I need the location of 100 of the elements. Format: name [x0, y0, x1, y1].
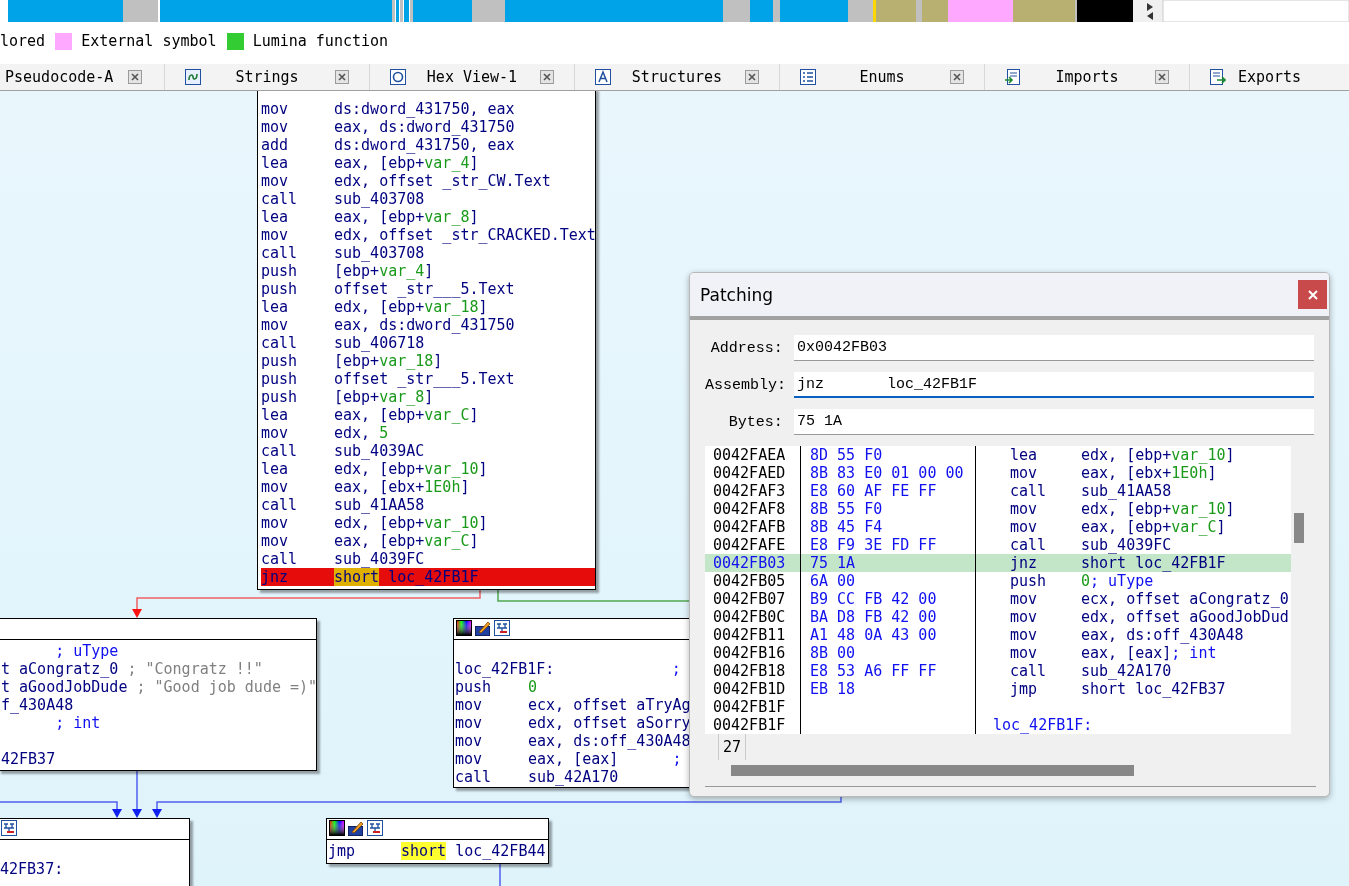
listing-instruction: jmp short loc_42FB37 [1009, 680, 1226, 698]
code-line: lea edx, [ebp+var_18] [261, 298, 489, 316]
code-line: call sub_42A170 [455, 768, 620, 786]
listing-instruction: mov eax, [eax]; int [1009, 644, 1217, 662]
listing-bytes: A1 48 0A 43 00 [801, 626, 976, 644]
circle-icon [390, 69, 406, 85]
listing-bytes: 6A 00 [801, 572, 976, 590]
listing-row[interactable]: 0042FB11 A1 48 0A 43 00 mov eax, ds:off_430A48 [705, 626, 1291, 644]
code-line: jmp short loc_42FB44 [328, 842, 547, 860]
list-icon [800, 69, 816, 85]
status-cell: 27 [718, 734, 746, 760]
tab[interactable]: Pseudocode-A [0, 64, 165, 90]
tab[interactable]: Structures [575, 64, 780, 90]
listing-address: 0042FB0C [705, 608, 801, 626]
code-line: loc_42FB1F: ; [455, 660, 682, 678]
code-line: call sub_403708 [261, 244, 426, 262]
listing-row[interactable]: 0042FB07 B9 CC FB 42 00 mov ecx, offset aCongratz_0 [705, 590, 1291, 608]
listing-bytes: BA D8 FB 42 00 [801, 608, 976, 626]
listing-instruction: push 0; uType [1009, 572, 1154, 590]
field-label: Bytes: [727, 413, 783, 431]
listing-row[interactable]: 0042FAED 8B 83 E0 01 00 00 mov eax, [ebx+1E0h] [705, 464, 1291, 482]
listing-row[interactable]: 0042FAFB 8B 45 F4 mov eax, [ebp+var_C] [705, 518, 1291, 536]
code-line: mov eax, [ebp+var_C] [261, 532, 480, 550]
listing-address: 0042FB1F [705, 698, 801, 716]
legend-label: Lumina function [252, 32, 389, 50]
listing-row[interactable]: 0042FB16 8B 00 mov eax, [eax]; int [705, 644, 1291, 662]
listing-instruction: loc_42FB1F: [992, 716, 1093, 734]
legend-label: External symbol [81, 32, 217, 50]
listing-row[interactable]: 0042FB18 E8 53 A6 FF FF call sub_42A170 [705, 662, 1291, 680]
close-icon[interactable] [1155, 70, 1169, 84]
field-label: Address: [709, 339, 783, 357]
listing-instruction: mov eax, ds:off_430A48 [1009, 626, 1244, 644]
pencil-icon [348, 820, 364, 836]
code-line: push [ebp+var_4] [261, 262, 435, 280]
listing-instruction: call sub_41AA58 [1009, 482, 1172, 500]
code-line: lea edx, [ebp+var_10] [261, 460, 489, 478]
listing-instruction: mov eax, [ebx+1E0h] [1009, 464, 1217, 482]
listing-bytes: 8B 83 E0 01 00 00 [801, 464, 976, 482]
listing-row[interactable]: 0042FAF8 8B 55 F0 mov edx, [ebp+var_10] [705, 500, 1291, 518]
close-icon[interactable] [950, 70, 964, 84]
code-line: mov edx, [ebp+var_10] [261, 514, 489, 532]
listing-address: 0042FB05 [705, 572, 801, 590]
listing-address: 0042FB03 [705, 554, 801, 572]
tab[interactable]: Exports [1190, 64, 1349, 90]
listing-instruction: call sub_4039FC [1009, 536, 1172, 554]
code-line: mov eax, ds:off_430A48 [455, 732, 692, 750]
scroll-thumb[interactable] [1294, 513, 1304, 543]
code-line: call sub_403708 [261, 190, 426, 208]
code-line: mov eax, ds:dword_431750 [261, 316, 516, 334]
input-field[interactable]: jnz loc_42FB1F [794, 372, 1314, 398]
legend-label: lored [0, 32, 46, 50]
code-line: mov edx, 5 [261, 424, 390, 442]
tab[interactable]: Strings [165, 64, 370, 90]
listing-row[interactable]: 0042FB03 75 1A jnz short loc_42FB1F [705, 554, 1291, 572]
listing-row[interactable]: 0042FB1D EB 18 jmp short loc_42FB37 [705, 680, 1291, 698]
code-line: call sub_4039FC [261, 550, 426, 568]
triangle-icon [595, 69, 611, 85]
tab[interactable]: Hex View-1 [370, 64, 575, 90]
listing-address: 0042FAEA [705, 446, 801, 464]
code-line: call sub_4039AC [261, 442, 426, 460]
code-line: mov ds:dword_431750, eax [261, 100, 516, 118]
code-line: mov eax, ds:dword_431750 [261, 118, 516, 136]
close-icon[interactable] [540, 70, 554, 84]
code-line: lea eax, [ebp+var_8] [261, 208, 480, 226]
listing-row[interactable]: 0042FB1F [705, 698, 1291, 716]
listing-address: 0042FAFB [705, 518, 801, 536]
close-icon[interactable] [335, 70, 349, 84]
code-line: ; uType [54, 642, 120, 660]
listing-row[interactable]: 0042FB0C BA D8 FB 42 00 mov edx, offset aGoodJobDud [705, 608, 1291, 626]
code-line: lea eax, [ebp+var_C] [261, 406, 480, 424]
input-field[interactable]: 75 1A [793, 409, 1314, 435]
code-line: call sub_41AA58 [261, 496, 426, 514]
tab[interactable]: Enums [780, 64, 985, 90]
input-field[interactable]: 0x0042FB03 [793, 335, 1314, 361]
listing-row[interactable]: 0042FAF3 E8 60 AF FE FF call sub_41AA58 [705, 482, 1291, 500]
close-button[interactable] [1298, 280, 1327, 309]
listing-bytes: E8 53 A6 FF FF [801, 662, 976, 680]
code-line: push 0 [455, 678, 539, 696]
close-icon[interactable] [128, 70, 142, 84]
listing-bytes: 8B 00 [801, 644, 976, 662]
code-line: push offset _str___5.Text [261, 280, 516, 298]
code-line: mov eax, [eax] ; [455, 750, 683, 768]
edge-arrow [132, 769, 142, 818]
tab[interactable]: Imports [985, 64, 1190, 90]
listing-address: 0042FB07 [705, 590, 801, 608]
code-line: mov edx, offset _str_CRACKED.Text [261, 226, 595, 244]
listing-instruction: mov edx, offset aGoodJobDud [1009, 608, 1289, 626]
listing-address: 0042FB11 [705, 626, 801, 644]
code-line: 42FB37 [1, 750, 57, 768]
listing-instruction: mov edx, [ebp+var_10] [1009, 500, 1235, 518]
listing-row[interactable]: 0042FAEA 8D 55 F0 lea edx, [ebp+var_10] [705, 446, 1291, 464]
code-line: mov edx, offset aSorry [455, 714, 692, 732]
listing-instruction: lea edx, [ebp+var_10] [1009, 446, 1235, 464]
close-icon[interactable] [745, 70, 759, 84]
pencil-icon [475, 620, 491, 636]
listing-row[interactable]: 0042FB05 6A 00 push 0; uType [705, 572, 1291, 590]
listing-address: 0042FAED [705, 464, 801, 482]
scroll-thumb[interactable] [731, 765, 1134, 776]
code-line: add ds:dword_431750, eax [261, 136, 516, 154]
code-line: mov ecx, offset aTryAg [455, 696, 692, 714]
